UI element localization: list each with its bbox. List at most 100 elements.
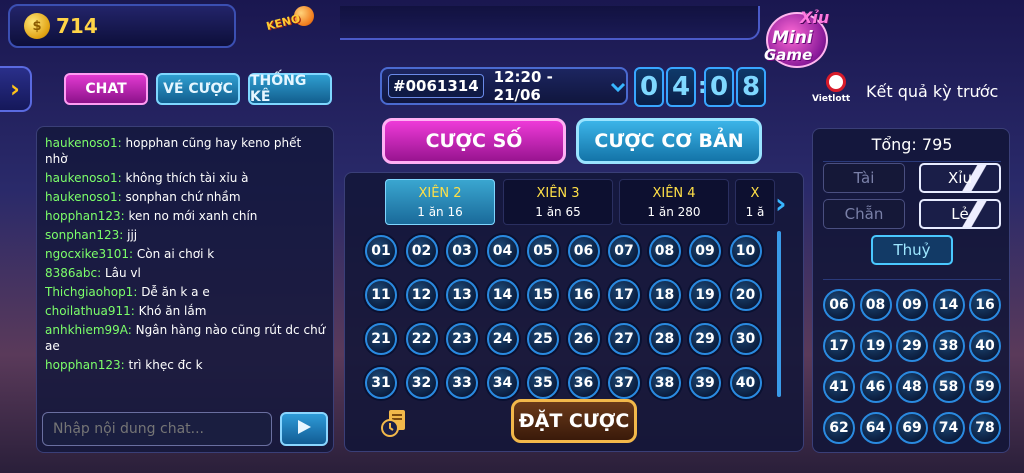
bet-number-button[interactable]: CƯỢC SỐ — [382, 118, 566, 164]
number-ball[interactable]: 02 — [405, 235, 438, 267]
number-ball[interactable]: 32 — [405, 367, 438, 399]
number-ball[interactable]: 08 — [648, 235, 681, 267]
number-ball[interactable]: 30 — [729, 323, 762, 355]
tab-thong-ke[interactable]: THỐNG KÊ — [248, 73, 332, 105]
chat-message: hopphan123: ken no mới xanh chín — [45, 208, 327, 224]
keno-logo[interactable]: KENO — [264, 4, 324, 40]
result-ball: 38 — [932, 330, 965, 362]
chat-input[interactable] — [42, 412, 272, 446]
number-ball[interactable]: 38 — [648, 367, 681, 399]
timer-digit: 8 — [736, 67, 766, 107]
xien-name: XIÊN 3 — [536, 186, 580, 201]
number-ball[interactable]: 26 — [567, 323, 600, 355]
number-ball[interactable]: 12 — [405, 279, 438, 311]
number-ball[interactable]: 17 — [608, 279, 640, 311]
number-ball[interactable]: 35 — [527, 367, 559, 399]
chevron-right-icon[interactable]: › — [775, 187, 787, 220]
scrollbar-thumb[interactable] — [777, 231, 781, 397]
xien-tab[interactable]: X 1 ă — [735, 179, 775, 225]
result-ball: 59 — [969, 371, 1001, 403]
chat-text: Khó ăn lắm — [134, 304, 207, 318]
chat-message: ngocxike3101: Còn ai chơi k — [45, 246, 327, 262]
chat-username[interactable]: hopphan123: — [45, 358, 125, 372]
chat-username[interactable]: sonphan123: — [45, 228, 123, 242]
number-ball[interactable]: 20 — [729, 279, 762, 311]
top-strip — [340, 6, 760, 40]
number-board: XIÊN 2 1 ăn 16 XIÊN 3 1 ăn 65 XIÊN 4 1 ăn 280… — [344, 172, 804, 452]
number-ball[interactable]: 25 — [527, 323, 559, 355]
result-ball: 62 — [823, 412, 855, 444]
chat-message-list[interactable]: haukenoso1: hopphan cũng hay keno phết n… — [45, 135, 327, 405]
mini-game-button[interactable]: Xỉu Mini Game — [756, 6, 846, 70]
number-ball[interactable]: 01 — [365, 235, 397, 267]
number-ball[interactable]: 16 — [567, 279, 600, 311]
xien-name: X — [750, 186, 760, 201]
chat-message: hopphan123: trì khẹc đc k — [45, 357, 327, 373]
mini-game-game-text: Game — [764, 46, 813, 64]
chat-message: choilathua911: Khó ăn lắm — [45, 303, 327, 319]
number-ball[interactable]: 31 — [365, 367, 397, 399]
chat-message: anhkhiem99A: Ngân hàng nào cũng rút dc c… — [45, 322, 327, 354]
number-ball[interactable]: 18 — [648, 279, 681, 311]
number-ball[interactable]: 24 — [486, 323, 519, 355]
xien-odds: 1 ăn 65 — [535, 205, 581, 219]
chat-username[interactable]: haukenoso1: — [45, 136, 122, 150]
chat-username[interactable]: haukenoso1: — [45, 171, 122, 185]
result-ball: 74 — [932, 412, 965, 444]
number-ball[interactable]: 09 — [689, 235, 721, 267]
number-ball[interactable]: 23 — [446, 323, 478, 355]
number-ball[interactable]: 06 — [567, 235, 600, 267]
chat-username[interactable]: 8386abc: — [45, 266, 101, 280]
timer-digit: 4 — [666, 67, 696, 107]
expand-sidebar-button[interactable]: › — [0, 66, 32, 112]
number-ball[interactable]: 29 — [689, 323, 721, 355]
xien-tab[interactable]: XIÊN 2 1 ăn 16 — [385, 179, 495, 225]
number-ball[interactable]: 19 — [689, 279, 721, 311]
chat-username[interactable]: ngocxike3101: — [45, 247, 133, 261]
xien-name: XIÊN 4 — [652, 186, 696, 201]
number-ball[interactable]: 04 — [486, 235, 519, 267]
chat-username[interactable]: Thichgiaohop1: — [45, 285, 137, 299]
chat-username[interactable]: hopphan123: — [45, 209, 125, 223]
result-ball: 17 — [823, 330, 855, 362]
number-ball[interactable]: 10 — [729, 235, 762, 267]
number-ball[interactable]: 15 — [527, 279, 559, 311]
number-ball[interactable]: 36 — [567, 367, 600, 399]
number-ball[interactable]: 21 — [365, 323, 397, 355]
previous-result-panel: Tổng: 795 Tài Xỉu Chẵn Lẻ Thuỷ 06 08 09 14 16 17 1… — [812, 128, 1010, 453]
number-ball[interactable]: 07 — [608, 235, 640, 267]
place-bet-button[interactable]: ĐẶT CƯỢC — [511, 399, 637, 443]
chat-username[interactable]: haukenoso1: — [45, 190, 122, 204]
send-button[interactable] — [280, 412, 328, 446]
number-ball[interactable]: 22 — [405, 323, 438, 355]
number-ball[interactable]: 03 — [446, 235, 478, 267]
number-ball[interactable]: 40 — [729, 367, 762, 399]
number-ball[interactable]: 05 — [527, 235, 559, 267]
chat-text: jjj — [123, 228, 138, 242]
result-ball: 58 — [932, 371, 965, 403]
send-icon — [295, 418, 313, 440]
number-ball[interactable]: 13 — [446, 279, 478, 311]
round-selector[interactable]: #0061314 12:20 - 21/06 — [380, 67, 628, 105]
result-ball: 29 — [896, 330, 928, 362]
xien-tab[interactable]: XIÊN 3 1 ăn 65 — [503, 179, 613, 225]
bet-basic-button[interactable]: CƯỢC CƠ BẢN — [576, 118, 762, 164]
board-scrollbar[interactable] — [777, 231, 781, 397]
chat-message: haukenoso1: hopphan cũng hay keno phết n… — [45, 135, 327, 167]
number-ball[interactable]: 33 — [446, 367, 478, 399]
number-ball[interactable]: 28 — [648, 323, 681, 355]
number-ball[interactable]: 27 — [608, 323, 640, 355]
tab-chat[interactable]: CHAT — [64, 73, 148, 105]
number-ball[interactable]: 34 — [486, 367, 519, 399]
ticket-history-icon[interactable] — [379, 406, 413, 440]
chat-username[interactable]: anhkhiem99A: — [45, 323, 132, 337]
tab-ve-cuoc[interactable]: VÉ CƯỢC — [156, 73, 240, 105]
chat-username[interactable]: choilathua911: — [45, 304, 135, 318]
number-ball[interactable]: 37 — [608, 367, 640, 399]
number-ball[interactable]: 39 — [689, 367, 721, 399]
number-ball[interactable]: 11 — [365, 279, 397, 311]
xien-tab[interactable]: XIÊN 4 1 ăn 280 — [619, 179, 729, 225]
chat-message: sonphan123: jjj — [45, 227, 327, 243]
timer-digit: 0 — [634, 67, 664, 107]
number-ball[interactable]: 14 — [486, 279, 519, 311]
